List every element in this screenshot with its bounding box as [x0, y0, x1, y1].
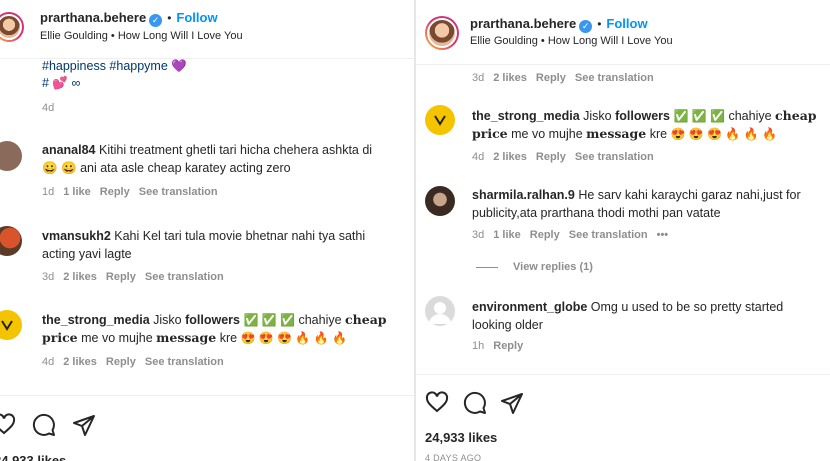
- comment-text-line2: price me vo mujhe message kre 😍 😍 😍 🔥 🔥 …: [472, 126, 777, 141]
- reply-button[interactable]: Reply: [100, 186, 130, 198]
- username-link[interactable]: prarthana.behere: [40, 10, 146, 25]
- comment-time: 4d: [472, 151, 485, 163]
- post-header: prarthana.behere ✓ • Follow Ellie Goulding …: [416, 0, 830, 65]
- comment-likes[interactable]: 2 likes: [63, 356, 97, 368]
- default-avatar-icon: [429, 302, 451, 324]
- comment-username[interactable]: sharmila.ralhan.9: [472, 188, 575, 202]
- comment-text: sharmila.ralhan.9 He sarv kahi karaychi …: [472, 188, 801, 202]
- separator-dot: •: [597, 17, 602, 31]
- comment-time: 3d: [472, 229, 485, 241]
- see-translation-button[interactable]: See translation: [145, 356, 224, 368]
- comment-time: 4d: [42, 356, 55, 368]
- comment-likes[interactable]: 1 like: [63, 186, 91, 198]
- comment-text-line2: publicity,ata prarthana thodi mothi pan …: [472, 206, 721, 220]
- likes-count[interactable]: 24,933 likes: [0, 453, 66, 461]
- reply-button[interactable]: Reply: [493, 340, 523, 352]
- comment-text: vmansukh2 Kahi Kel tari tula movie bhetn…: [42, 229, 366, 243]
- commenter-avatar[interactable]: [0, 141, 22, 171]
- comment-icon[interactable]: [32, 413, 56, 437]
- see-translation-button[interactable]: See translation: [139, 186, 218, 198]
- caption-time: 4d: [42, 102, 55, 114]
- comment-username[interactable]: the_strong_media: [42, 313, 150, 327]
- profile-avatar[interactable]: [425, 16, 459, 50]
- comment-meta: 3d 2 likes Reply See translation: [472, 72, 663, 84]
- caption-hashtags[interactable]: #happiness #happyme 💜: [42, 59, 187, 74]
- reply-button[interactable]: Reply: [106, 356, 136, 368]
- comment-text-line2: 😀 😀 ani ata asle cheap karatey acting ze…: [42, 161, 291, 175]
- comment-text: the_strong_media Jisko followers ✅ ✅ ✅ c…: [42, 312, 387, 327]
- see-translation-button[interactable]: See translation: [575, 151, 654, 163]
- left-post-panel: prarthana.behere ✓ • Follow Ellie Goulding …: [0, 0, 415, 461]
- comment-time: 3d: [472, 72, 485, 84]
- song-link[interactable]: Ellie Goulding • How Long Will I Love Yo…: [470, 35, 673, 47]
- commenter-avatar[interactable]: [425, 105, 455, 135]
- comment-icon[interactable]: [463, 391, 487, 415]
- share-icon[interactable]: [500, 391, 524, 415]
- separator-dot: •: [167, 11, 172, 25]
- song-link[interactable]: Ellie Goulding • How Long Will I Love Yo…: [40, 30, 243, 42]
- follow-button[interactable]: Follow: [606, 16, 647, 31]
- comment-text: ananal84 Kitihi treatment ghetli tari hi…: [42, 143, 373, 157]
- commenter-avatar[interactable]: [425, 186, 455, 216]
- see-translation-button[interactable]: See translation: [569, 229, 648, 241]
- like-heart-icon[interactable]: [0, 413, 16, 437]
- comment-meta: 3d 2 likes Reply See translation: [42, 271, 233, 283]
- comment-meta: 1h Reply: [472, 340, 532, 352]
- see-translation-button[interactable]: See translation: [575, 72, 654, 84]
- commenter-avatar[interactable]: [0, 226, 22, 256]
- reply-button[interactable]: Reply: [530, 229, 560, 241]
- commenter-avatar[interactable]: [425, 296, 455, 326]
- comment-time: 1d: [42, 186, 55, 198]
- comment-meta: 3d 1 like Reply See translation •••: [472, 229, 677, 241]
- reply-button[interactable]: Reply: [106, 271, 136, 283]
- comment-likes[interactable]: 1 like: [493, 229, 521, 241]
- comment-time: 1h: [472, 340, 485, 352]
- comment-text-line2: price me vo mujhe message kre 😍 😍 😍 🔥 🔥 …: [42, 330, 347, 345]
- comment-username[interactable]: vmansukh2: [42, 229, 111, 243]
- comment-likes[interactable]: 2 likes: [493, 72, 527, 84]
- post-header: prarthana.behere ✓ • Follow Ellie Goulding …: [0, 0, 415, 59]
- more-options-icon[interactable]: •••: [657, 229, 669, 241]
- view-replies-button[interactable]: View replies (1): [513, 261, 593, 273]
- right-post-panel: prarthana.behere ✓ • Follow Ellie Goulding …: [416, 0, 830, 461]
- comment-username[interactable]: the_strong_media: [472, 109, 580, 123]
- comment-text: environment_globe Omg u used to be so pr…: [472, 300, 784, 314]
- reply-button[interactable]: Reply: [536, 151, 566, 163]
- comment-username[interactable]: ananal84: [42, 143, 96, 157]
- verified-badge-icon: ✓: [579, 20, 593, 33]
- caption-emoji-line: # 💕 ∞: [42, 76, 81, 90]
- post-date: 4 DAYS AGO: [425, 453, 482, 461]
- verified-badge-icon: ✓: [149, 14, 163, 27]
- commenter-avatar[interactable]: [0, 310, 22, 340]
- follow-button[interactable]: Follow: [176, 10, 217, 25]
- see-translation-button[interactable]: See translation: [145, 271, 224, 283]
- comment-meta: 4d 2 likes Reply See translation: [472, 151, 663, 163]
- comment-text-line2: acting yavi lagte: [42, 247, 132, 261]
- comment-likes[interactable]: 2 likes: [63, 271, 97, 283]
- reply-button[interactable]: Reply: [536, 72, 566, 84]
- comment-likes[interactable]: 2 likes: [493, 151, 527, 163]
- comment-meta: 4d 2 likes Reply See translation: [42, 356, 233, 368]
- likes-count[interactable]: 24,933 likes: [425, 430, 497, 445]
- comment-time: 3d: [42, 271, 55, 283]
- share-icon[interactable]: [72, 413, 96, 437]
- comment-username[interactable]: environment_globe: [472, 300, 587, 314]
- username-link[interactable]: prarthana.behere: [470, 16, 576, 31]
- comment-text-line2: looking older: [472, 318, 543, 332]
- like-heart-icon[interactable]: [425, 391, 449, 415]
- comment-text: the_strong_media Jisko followers ✅ ✅ ✅ c…: [472, 108, 817, 123]
- comment-meta: 1d 1 like Reply See translation: [42, 186, 227, 198]
- profile-avatar[interactable]: [0, 12, 24, 42]
